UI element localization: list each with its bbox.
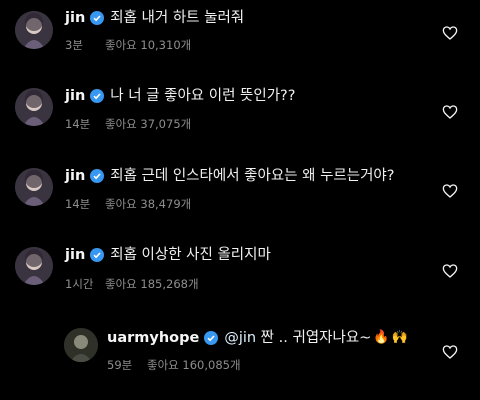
comment-timestamp: 1시간 [65,277,94,291]
comment-username[interactable]: jin [65,167,85,185]
comment-text: 죄홉 내거 하트 눌러줘 [110,10,245,26]
verified-badge-icon [90,11,105,25]
avatar[interactable] [15,11,53,49]
verified-badge-icon [90,248,105,262]
comment-like-count[interactable]: 좋아요 37,075개 [105,116,191,132]
comment-text: 죄홉 근데 인스타에서 좋아요는 왜 누르는거야? [110,168,395,184]
comment-item: jin 나 너 글 좋아요 이런 뜻인가?? 14분 좋아요 37,075개 [0,78,480,148]
comment-username[interactable]: jin [65,9,85,27]
comment-like-count[interactable]: 좋아요 185,268개 [105,276,199,292]
raising-hands-emoji: 🙌 [391,330,408,345]
comment-like-count[interactable]: 좋아요 10,310개 [105,37,191,53]
comment-timestamp: 14분 [65,197,91,211]
heart-outline-icon[interactable] [442,25,458,41]
reply-timestamp: 59분 [107,358,133,372]
comment-text: 죄홉 이상한 사진 올리지마 [110,247,271,263]
reply-item: uarmyhope @jin 짠 .. 귀엽자나요~ 🔥 🙌 59분 좋아요 1… [0,316,480,396]
verified-badge-icon [90,169,105,183]
comment-item: jin 죄홉 내거 하트 눌러줘 3분 좋아요 10,310개 [0,0,480,70]
heart-outline-icon[interactable] [442,263,458,279]
verified-badge-icon [204,331,219,345]
comment-username[interactable]: jin [65,87,85,105]
avatar[interactable] [15,168,53,206]
comment-item: jin 죄홉 근데 인스타에서 좋아요는 왜 누르는거야? 14분 좋아요 38… [0,157,480,227]
comment-item: jin 죄홉 이상한 사진 올리지마 1시간 좋아요 185,268개 [0,236,480,306]
reply-username[interactable]: uarmyhope [107,329,199,347]
fire-emoji: 🔥 [373,330,390,345]
comment-text: 나 너 글 좋아요 이런 뜻인가?? [110,88,296,104]
comment-like-count[interactable]: 좋아요 38,479개 [105,196,191,212]
heart-outline-icon[interactable] [442,104,458,120]
heart-outline-icon[interactable] [442,344,458,360]
avatar[interactable] [15,247,53,285]
avatar[interactable] [15,88,53,126]
comment-timestamp: 3분 [65,38,83,52]
heart-outline-icon[interactable] [442,183,458,199]
verified-badge-icon [90,89,105,103]
mention-link[interactable]: @jin [224,329,256,347]
comment-username[interactable]: jin [65,246,85,264]
avatar[interactable] [64,328,98,362]
reply-text: 짠 .. 귀엽자나요~ [256,330,372,346]
comment-timestamp: 14분 [65,117,91,131]
reply-like-count[interactable]: 좋아요 160,085개 [147,357,241,373]
